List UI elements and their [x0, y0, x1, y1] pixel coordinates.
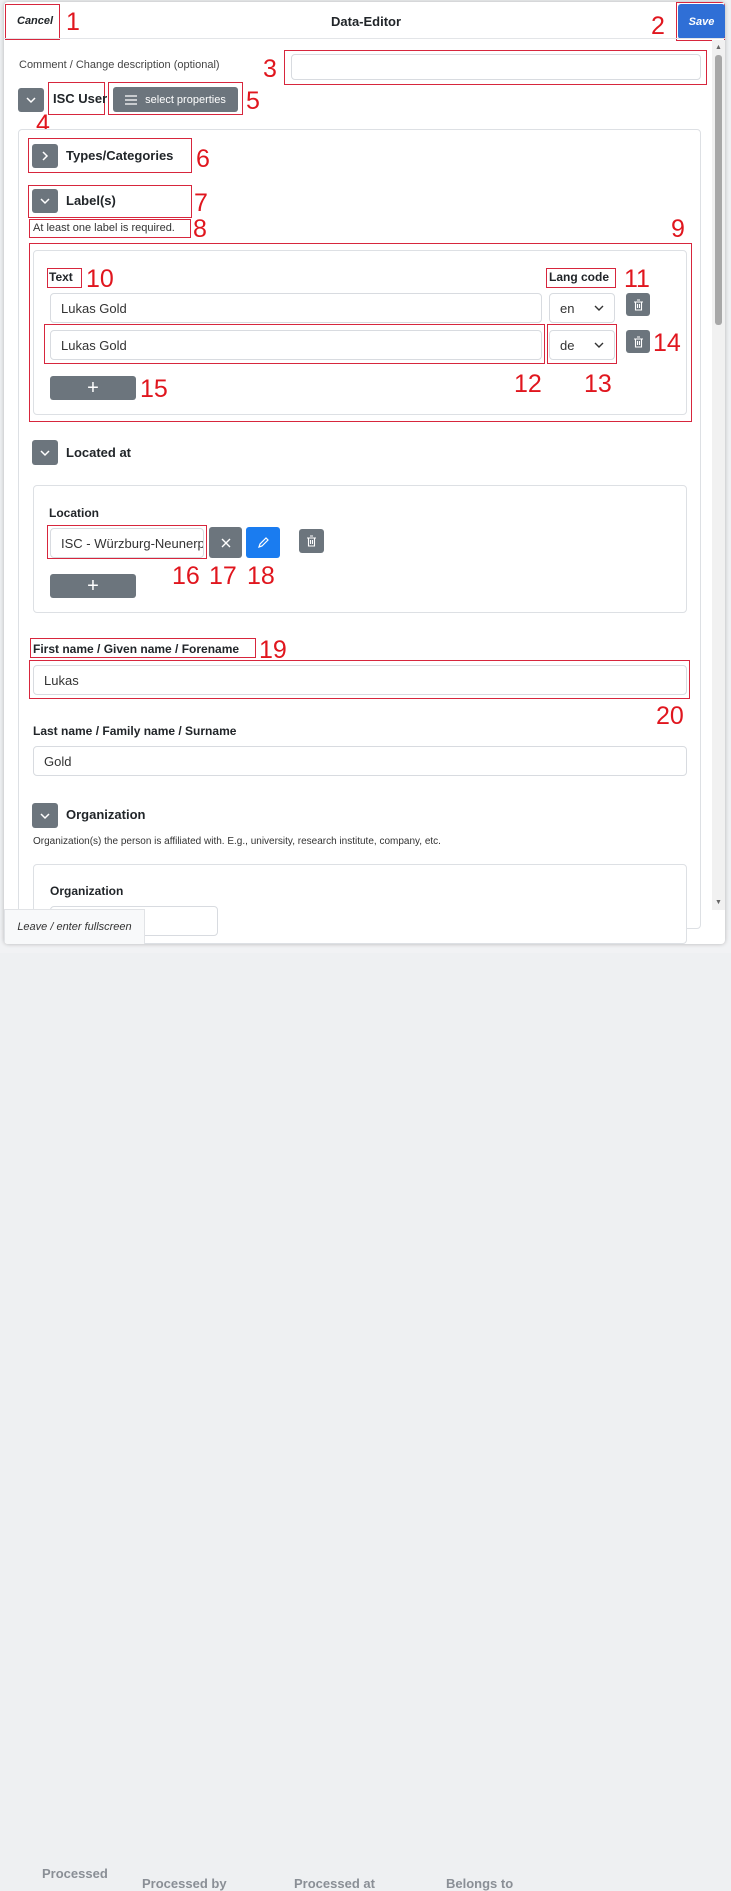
- select-properties-button[interactable]: select properties: [113, 87, 238, 112]
- annotation-number: 18: [247, 562, 275, 590]
- annotation-number: 16: [172, 562, 200, 590]
- fullscreen-toggle-button[interactable]: Leave / enter fullscreen: [4, 909, 145, 944]
- plus-icon: +: [87, 376, 99, 399]
- add-location-button[interactable]: +: [50, 574, 136, 598]
- chevron-down-icon: [40, 812, 50, 819]
- clear-location-button[interactable]: [209, 527, 242, 558]
- chevron-down-icon: [594, 305, 604, 311]
- trash-icon: [633, 335, 643, 348]
- chevron-down-icon: [40, 449, 50, 456]
- labels-section-title: Label(s): [66, 193, 116, 208]
- delete-label-button[interactable]: [626, 330, 650, 353]
- expand-types-button[interactable]: [32, 144, 58, 168]
- annotation-number: 12: [514, 370, 542, 398]
- located-section-title: Located at: [66, 445, 132, 460]
- annotation-number: 9: [671, 215, 685, 243]
- location-label: Location: [49, 506, 99, 520]
- label-text-input[interactable]: Lukas Gold: [50, 293, 542, 323]
- lang-select-value: de: [560, 337, 575, 353]
- comment-input[interactable]: [291, 54, 701, 80]
- annotation-number: 6: [196, 145, 210, 173]
- lang-select-value: en: [560, 300, 575, 316]
- chevron-down-icon: [40, 198, 50, 205]
- entity-type-label: ISC User: [53, 91, 108, 106]
- annotation-number: 17: [209, 562, 237, 590]
- lang-select[interactable]: de: [549, 330, 615, 360]
- plus-icon: +: [87, 574, 99, 597]
- annotation-number: 2: [651, 12, 665, 40]
- header-divider: [4, 38, 725, 39]
- delete-label-button[interactable]: [626, 293, 650, 316]
- annotation-number: 15: [140, 375, 168, 403]
- scrollbar[interactable]: ▲ ▼: [712, 40, 725, 910]
- lang-select[interactable]: en: [549, 293, 615, 323]
- bg-column-header: Processed: [42, 1866, 108, 1881]
- edit-location-button[interactable]: [246, 527, 280, 558]
- trash-icon: [307, 535, 316, 547]
- annotation-number: 14: [653, 329, 681, 357]
- annotation-number: 13: [584, 370, 612, 398]
- trash-icon: [633, 298, 643, 311]
- pencil-icon: [257, 537, 269, 548]
- lang-column-header: Lang code: [549, 270, 610, 284]
- collapse-located-button[interactable]: [32, 440, 58, 465]
- fullscreen-label: Leave / enter fullscreen: [17, 921, 132, 933]
- label-text-input[interactable]: Lukas Gold: [50, 330, 542, 360]
- location-input[interactable]: ISC - Würzburg-Neunerplatz: [50, 528, 204, 558]
- annotation-number: 8: [193, 215, 207, 243]
- bg-column-header: Belongs to: [446, 1876, 514, 1891]
- annotation-number: 11: [624, 265, 650, 293]
- add-label-button[interactable]: +: [50, 376, 136, 400]
- annotation-number: 7: [194, 189, 208, 217]
- last-name-input[interactable]: Gold: [33, 746, 687, 776]
- organization-description: Organization(s) the person is affiliated…: [33, 836, 441, 847]
- annotation-box: [5, 4, 60, 40]
- annotation-number: 1: [66, 8, 80, 36]
- types-section-title: Types/Categories: [66, 148, 174, 163]
- collapse-labels-button[interactable]: [32, 189, 58, 213]
- chevron-right-icon: [42, 151, 49, 161]
- chevron-down-icon: [594, 342, 604, 348]
- annotation-number: 3: [263, 55, 277, 83]
- annotation-number: 10: [86, 265, 114, 293]
- scroll-up-icon[interactable]: ▲: [715, 44, 722, 51]
- text-column-header: Text: [49, 270, 73, 284]
- scroll-down-icon[interactable]: ▼: [715, 899, 722, 906]
- first-name-label: First name / Given name / Forename: [33, 642, 240, 656]
- bg-column-header: Processed by: [142, 1876, 227, 1891]
- modal-title: Data-Editor: [331, 14, 402, 29]
- organization-field-label: Organization: [50, 884, 124, 898]
- save-button[interactable]: Save: [678, 4, 725, 39]
- save-label: Save: [688, 15, 715, 28]
- collapse-organization-button[interactable]: [32, 803, 58, 828]
- comment-label: Comment / Change description (optional): [19, 59, 220, 71]
- menu-icon: [125, 94, 138, 105]
- scrollbar-thumb[interactable]: [715, 55, 722, 325]
- annotation-number: 5: [246, 87, 260, 115]
- first-name-input[interactable]: Lukas: [33, 665, 687, 695]
- organization-section-title: Organization: [66, 807, 146, 822]
- collapse-entity-button[interactable]: [18, 88, 44, 112]
- chevron-down-icon: [26, 97, 36, 104]
- close-icon: [221, 538, 230, 547]
- last-name-label: Last name / Family name / Surname: [33, 724, 237, 738]
- bg-column-header: Processed at: [294, 1876, 375, 1891]
- labels-hint: At least one label is required.: [33, 222, 175, 234]
- data-editor-modal: Cancel 1 Data-Editor 2 Save ▲ ▼ Comment …: [4, 2, 725, 944]
- delete-location-button[interactable]: [299, 529, 324, 553]
- annotation-number: 20: [656, 702, 684, 730]
- select-properties-label: select properties: [145, 93, 226, 106]
